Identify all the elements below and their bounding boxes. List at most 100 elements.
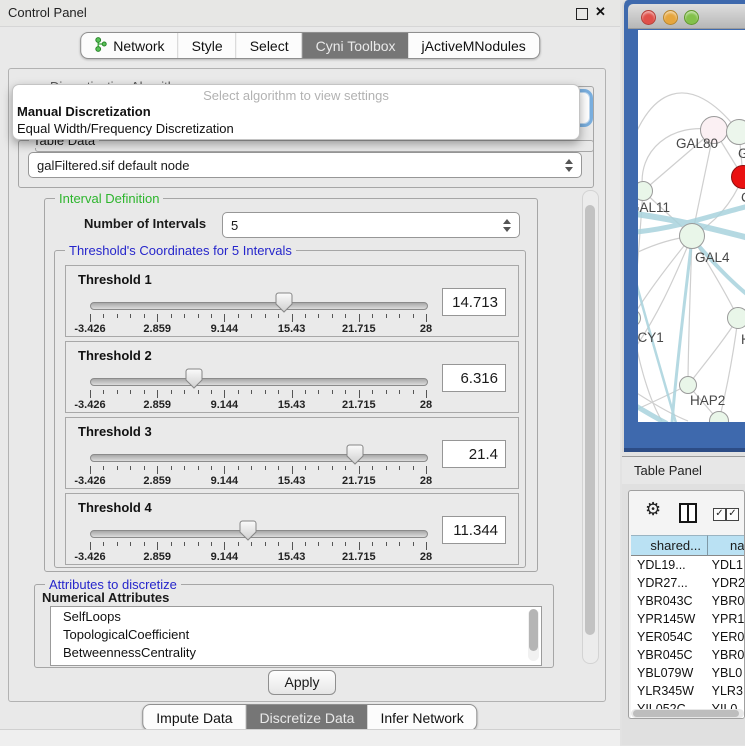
mac-close-icon[interactable] [641, 10, 656, 25]
columns-icon[interactable] [679, 503, 697, 523]
tab-select[interactable]: Select [237, 33, 303, 58]
tab-infer-network[interactable]: Infer Network [367, 705, 476, 730]
tab-network[interactable]: Network [81, 33, 178, 58]
slider-tick [345, 314, 346, 318]
checkbox-icon[interactable]: ✓ [726, 508, 739, 521]
network-node-label: HAP2 [690, 393, 725, 408]
table-cell: YER054C [631, 628, 707, 646]
algorithm-dropdown-hint: Select algorithm to view settings [13, 88, 579, 103]
slider-tick [171, 390, 172, 394]
float-window-icon[interactable] [576, 8, 588, 20]
slider-tick [171, 466, 172, 470]
table-cell: YDL19... [631, 556, 707, 574]
numerical-attributes-label: Numerical Attributes [42, 590, 169, 605]
table-row[interactable]: YBR045CYBR0 [631, 646, 744, 664]
number-of-intervals-combobox[interactable]: 5 [222, 212, 520, 238]
threshold-slider[interactable] [90, 520, 426, 542]
mac-zoom-icon[interactable] [684, 10, 699, 25]
numerical-attributes-list[interactable]: SelfLoopsTopologicalCoefficientBetweenne… [50, 606, 542, 666]
slider-tick [130, 542, 131, 546]
threshold-label: Threshold 3 [78, 424, 152, 439]
slider-handle[interactable] [239, 520, 257, 541]
slider-handle[interactable] [275, 292, 293, 313]
slider-handle[interactable] [185, 368, 203, 389]
number-of-intervals-label: Number of Intervals [84, 216, 206, 231]
slider-tick [305, 542, 306, 546]
table-rows: YDL19...YDL1YDR27...YDR2YBR043CYBR0YPR14… [631, 556, 744, 718]
checkbox-icon[interactable]: ✓ [713, 508, 726, 521]
table-row[interactable]: YBL079WYBL0 [631, 664, 744, 682]
attributes-list-scrollbar[interactable] [528, 609, 539, 661]
tab-impute-data[interactable]: Impute Data [143, 705, 246, 730]
slider-track[interactable] [90, 302, 428, 310]
mac-minimize-icon[interactable] [663, 10, 678, 25]
slider-tick-label: 9.144 [211, 323, 239, 335]
slider-tick [426, 314, 427, 322]
algorithm-option-equal-width[interactable]: Equal Width/Frequency Discretization [13, 120, 579, 137]
slider-handle[interactable] [346, 444, 364, 465]
table-data-combobox[interactable]: galFiltered.sif default node [28, 152, 582, 178]
threshold-slider[interactable] [90, 444, 426, 466]
tab-cyni-toolbox[interactable]: Cyni Toolbox [303, 33, 409, 58]
network-node-HAP2[interactable] [679, 376, 697, 394]
slider-ticks [90, 466, 426, 475]
slider-tick [251, 390, 252, 394]
tab-style[interactable]: Style [179, 33, 237, 58]
control-panel-titlebar: Control Panel ✕ [0, 0, 620, 27]
network-node-label: GAL4 [695, 250, 730, 265]
slider-track[interactable] [90, 378, 428, 386]
table-cell: YBR0 [707, 646, 744, 664]
table-cell: YBR045C [631, 646, 707, 664]
slider-tick-labels: -3.4262.8599.14415.4321.71528 [90, 475, 426, 487]
table-header-row: shared... na [631, 535, 745, 556]
close-icon[interactable]: ✕ [595, 4, 606, 20]
algorithm-option-manual[interactable]: Manual Discretization [13, 103, 579, 120]
attribute-item[interactable]: SelfLoops [51, 607, 541, 625]
slider-tick [130, 466, 131, 470]
column-header-shared-name[interactable]: shared... [631, 535, 708, 556]
table-cell: YLR345W [631, 682, 707, 700]
table-scrollbar-thumb[interactable] [633, 710, 739, 717]
table-row[interactable]: YPR145WYPR1 [631, 610, 744, 628]
panel-scrollbar-thumb[interactable] [585, 205, 595, 635]
table-row[interactable]: YDL19...YDL1 [631, 556, 744, 574]
threshold-value-field[interactable]: 6.316 [442, 364, 506, 392]
network-node-H[interactable] [727, 307, 745, 329]
tab-jactivemnodules[interactable]: jActiveMNodules [409, 33, 539, 58]
table-row[interactable]: YER054CYER0 [631, 628, 744, 646]
threshold-value-field[interactable]: 11.344 [442, 516, 506, 544]
column-header-name[interactable]: na [708, 535, 745, 556]
control-panel-tabbar: Network Style Select Cyni Toolbox jActiv… [80, 32, 540, 59]
slider-track[interactable] [90, 454, 428, 462]
slider-track[interactable] [90, 530, 428, 538]
slider-tick [238, 466, 239, 470]
network-canvas[interactable]: GAL80GCGAL11GAL4GCY1HHAP2 [638, 30, 745, 422]
apply-button[interactable]: Apply [268, 670, 336, 695]
slider-tick [399, 542, 400, 546]
threshold-slider[interactable] [90, 368, 426, 390]
table-row[interactable]: YLR345WYLR3 [631, 682, 744, 700]
threshold-value-field[interactable]: 21.4 [442, 440, 506, 468]
slider-tick [359, 542, 360, 550]
table-horizontal-scrollbar[interactable] [631, 709, 744, 718]
slider-tick [211, 314, 212, 318]
gear-icon[interactable]: ⚙ [645, 499, 661, 520]
threshold-slider[interactable] [90, 292, 426, 314]
slider-tick [198, 314, 199, 318]
slider-tick [413, 314, 414, 318]
network-node-G[interactable] [726, 119, 745, 145]
table-row[interactable]: YBR043CYBR0 [631, 592, 744, 610]
attribute-item[interactable]: TopologicalCoefficient [51, 625, 541, 643]
table-cell: YER0 [707, 628, 744, 646]
attribute-item[interactable]: BetweennessCentrality [51, 643, 541, 661]
table-panel: ⚙ ✓ ✓ shared... na YDL19...YDL1YDR27...Y… [628, 490, 745, 719]
slider-tick-label: -3.426 [74, 399, 105, 411]
slider-tick-label: 2.859 [143, 323, 171, 335]
table-row[interactable]: YDR27...YDR2 [631, 574, 744, 592]
tab-discretize-data[interactable]: Discretize Data [247, 705, 368, 730]
slider-tick [359, 314, 360, 322]
threshold-value-field[interactable]: 14.713 [442, 288, 506, 316]
slider-tick [265, 390, 266, 394]
network-node-GAL4[interactable] [679, 223, 705, 249]
panel-vertical-scrollbar[interactable] [582, 190, 599, 664]
